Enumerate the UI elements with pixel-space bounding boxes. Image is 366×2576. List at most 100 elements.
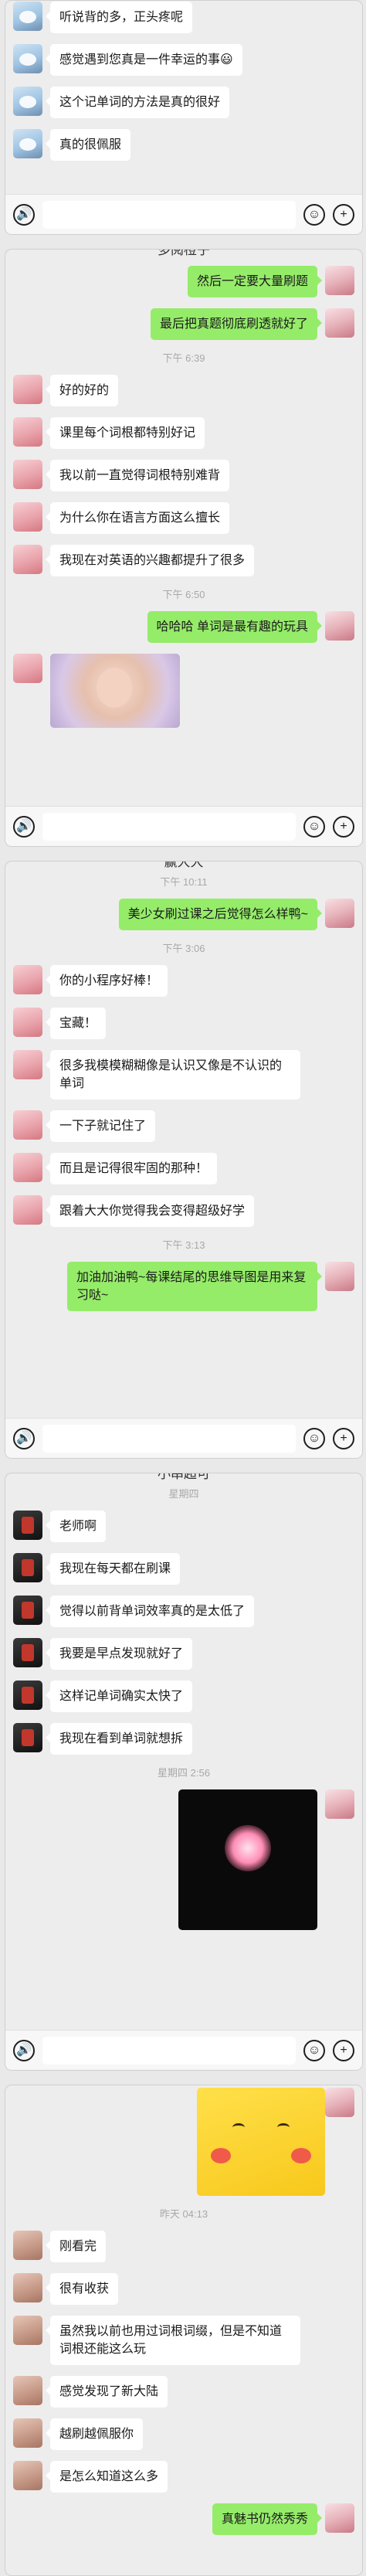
- contact-avatar[interactable]: [13, 1050, 42, 1079]
- contact-avatar[interactable]: [13, 1681, 42, 1710]
- timestamp: 下午 6:50: [162, 589, 205, 600]
- message-bubble[interactable]: 加油加油鸭~每课结尾的思维导图是用来复习哒~: [67, 1262, 322, 1311]
- photo-message[interactable]: [178, 1789, 317, 1930]
- message-bubble[interactable]: 觉得以前背单词效率真的是太低了: [45, 1596, 255, 1627]
- message-bubble[interactable]: 我现在对英语的兴趣都提升了很多: [45, 545, 255, 576]
- message-bubble[interactable]: 美少女刷过课之后觉得怎么样鸭~: [118, 899, 323, 930]
- message-bubble[interactable]: 刚看完: [45, 2231, 107, 2262]
- contact-avatar[interactable]: [13, 87, 42, 116]
- message-bubble[interactable]: 宝藏！: [45, 1008, 107, 1039]
- emoji-icon[interactable]: ☺: [303, 1427, 325, 1449]
- message-bubble[interactable]: 课里每个词根都特别好记: [45, 417, 205, 449]
- voice-icon[interactable]: 🔊: [13, 2039, 35, 2061]
- chat-screenshot-4: 小串超可 星期四 老师啊 我现在每天都在刷课 觉得以前背单词效率真的是太低了 我…: [5, 1473, 363, 2071]
- plus-icon[interactable]: +: [333, 203, 354, 226]
- message-row: 跟着大大你觉得我会变得超级好学: [5, 1190, 362, 1232]
- contact-avatar[interactable]: [13, 2418, 42, 2448]
- message-bubble[interactable]: 虽然我以前也用过词根词缀，但是不知道词根还能这么玩: [46, 2316, 300, 2365]
- message-row: 一下子就记住了: [5, 1105, 362, 1147]
- message-bubble[interactable]: 一下子就记住了: [45, 1110, 156, 1142]
- contact-avatar[interactable]: [13, 965, 42, 994]
- message-bubble[interactable]: 我以前一直觉得词根特别难背: [45, 460, 230, 491]
- contact-avatar[interactable]: [13, 1110, 42, 1140]
- message-bubble[interactable]: 真的很佩服: [45, 129, 131, 161]
- my-avatar[interactable]: [325, 2088, 354, 2117]
- message-bubble[interactable]: 为什么你在语言方面这么擅长: [45, 502, 230, 534]
- message-input[interactable]: [42, 1424, 296, 1453]
- my-avatar[interactable]: [325, 308, 354, 338]
- contact-avatar[interactable]: [13, 44, 42, 73]
- photo-message[interactable]: [50, 654, 180, 728]
- contact-avatar[interactable]: [13, 654, 42, 683]
- timestamp: 星期四 2:56: [158, 1767, 210, 1779]
- chat-screenshot-3: 赢大大 下午 10:11 美少女刷过课之后觉得怎么样鸭~ 下午 3:06 你的小…: [5, 861, 363, 1459]
- my-avatar[interactable]: [325, 1789, 354, 1819]
- message-bubble[interactable]: 你的小程序好棒！: [45, 965, 168, 997]
- message-bubble[interactable]: 听说背的多，正头疼呢: [45, 2, 193, 33]
- message-bubble[interactable]: 感觉遇到您真是一件幸运的事😃: [46, 44, 242, 76]
- voice-icon[interactable]: 🔊: [13, 203, 35, 226]
- contact-avatar[interactable]: [13, 2273, 42, 2302]
- contact-avatar[interactable]: [13, 129, 42, 158]
- emoji-icon[interactable]: ☺: [303, 815, 325, 838]
- message-bubble[interactable]: 最后把真题彻底刷透就好了: [150, 308, 323, 340]
- voice-icon[interactable]: 🔊: [13, 1427, 35, 1449]
- emoji-icon[interactable]: ☺: [303, 203, 325, 226]
- contact-avatar[interactable]: [13, 1638, 42, 1667]
- contact-avatar[interactable]: [13, 2231, 42, 2260]
- message-bubble[interactable]: 是怎么知道这么多: [45, 2461, 168, 2493]
- contact-avatar[interactable]: [13, 375, 42, 404]
- contact-avatar[interactable]: [13, 1553, 42, 1582]
- my-avatar[interactable]: [325, 611, 354, 641]
- message-bubble[interactable]: 越刷越佩服你: [45, 2418, 144, 2450]
- my-avatar[interactable]: [325, 266, 354, 295]
- contact-avatar[interactable]: [13, 2316, 42, 2345]
- message-bubble[interactable]: 哈哈哈 单词是最有趣的玩具: [147, 611, 323, 643]
- plus-icon[interactable]: +: [333, 2039, 354, 2061]
- contact-avatar[interactable]: [13, 1723, 42, 1752]
- my-avatar[interactable]: [325, 2503, 354, 2533]
- message-bubble[interactable]: 感觉发现了新大陆: [45, 2376, 168, 2408]
- contact-avatar[interactable]: [13, 2461, 42, 2490]
- message-bubble[interactable]: 真魅书仍然秀秀: [212, 2503, 323, 2535]
- my-avatar[interactable]: [325, 1262, 354, 1291]
- message-bubble[interactable]: 老师啊: [45, 1511, 107, 1542]
- contact-avatar[interactable]: [13, 1153, 42, 1182]
- message-input[interactable]: [42, 200, 296, 229]
- message-bubble[interactable]: 跟着大大你觉得我会变得超级好学: [45, 1195, 255, 1227]
- message-bubble[interactable]: 这样记单词确实太快了: [45, 1681, 193, 1712]
- message-bubble[interactable]: 很多我模模糊糊像是认识又像是不认识的单词: [46, 1050, 300, 1099]
- contact-avatar[interactable]: [13, 1195, 42, 1225]
- message-bubble[interactable]: 而且是记得很牢固的那种！: [45, 1153, 218, 1184]
- contact-avatar[interactable]: [13, 460, 42, 489]
- chat-screenshot-5: 昨天 04:13 刚看完 很有收获 虽然我以前也用过词根词缀，但是不知道词根还能…: [5, 2085, 363, 2576]
- contact-avatar[interactable]: [13, 1511, 42, 1540]
- chat-input-bar: 🔊 ☺ +: [5, 194, 362, 234]
- message-bubble[interactable]: 这个记单词的方法是真的很好: [45, 87, 230, 118]
- plus-icon[interactable]: +: [333, 815, 354, 838]
- emoji-icon[interactable]: ☺: [303, 2039, 325, 2061]
- message-list: 昨天 04:13 刚看完 很有收获 虽然我以前也用过词根词缀，但是不知道词根还能…: [5, 2085, 362, 2540]
- message-input[interactable]: [42, 2036, 296, 2065]
- voice-icon[interactable]: 🔊: [13, 815, 35, 838]
- message-bubble[interactable]: 我现在看到单词就想拆: [45, 1723, 193, 1755]
- contact-avatar[interactable]: [13, 2, 42, 31]
- message-row: 虽然我以前也用过词根词缀，但是不知道词根还能这么玩: [5, 2310, 362, 2370]
- sticker-message[interactable]: [197, 2088, 325, 2196]
- my-avatar[interactable]: [325, 899, 354, 928]
- message-bubble[interactable]: 我现在每天都在刷课: [45, 1553, 181, 1585]
- contact-avatar[interactable]: [13, 1008, 42, 1037]
- message-row: 这样记单词确实太快了: [5, 1675, 362, 1718]
- contact-avatar[interactable]: [13, 545, 42, 574]
- contact-avatar[interactable]: [13, 502, 42, 532]
- message-bubble[interactable]: 我要是早点发现就好了: [45, 1638, 193, 1670]
- contact-avatar[interactable]: [13, 1596, 42, 1625]
- plus-icon[interactable]: +: [333, 1427, 354, 1449]
- message-bubble[interactable]: 然后一定要大量刷题: [187, 266, 323, 297]
- contact-avatar[interactable]: [13, 2376, 42, 2405]
- message-input[interactable]: [42, 812, 296, 841]
- message-bubble[interactable]: 好的好的: [45, 375, 119, 406]
- message-row: 听说背的多，正头疼呢: [5, 1, 362, 39]
- contact-avatar[interactable]: [13, 417, 42, 447]
- message-bubble[interactable]: 很有收获: [45, 2273, 119, 2305]
